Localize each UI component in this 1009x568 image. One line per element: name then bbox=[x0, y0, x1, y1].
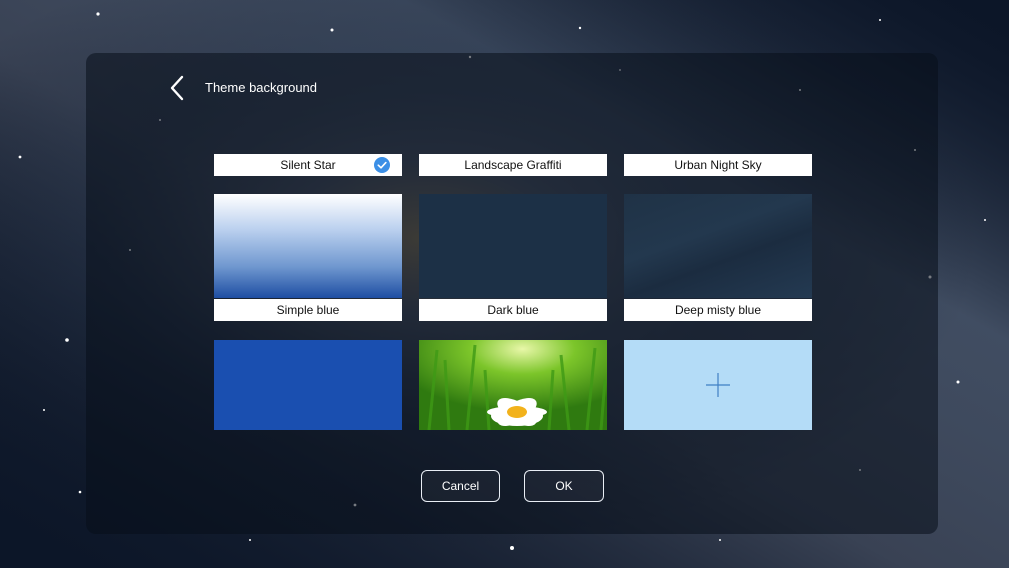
cancel-button[interactable]: Cancel bbox=[421, 470, 500, 502]
theme-card-urban-night-sky[interactable]: Urban Night Sky bbox=[624, 154, 812, 298]
theme-preview bbox=[214, 194, 402, 298]
theme-label: Simple blue bbox=[214, 299, 402, 321]
theme-name: Simple blue bbox=[276, 303, 340, 317]
theme-label: Landscape Graffiti bbox=[419, 154, 607, 176]
theme-label: Urban Night Sky bbox=[624, 154, 812, 176]
theme-name: Deep misty blue bbox=[674, 303, 762, 317]
plus-icon bbox=[706, 373, 730, 397]
theme-card-dark-blue[interactable]: Dark blue bbox=[419, 299, 607, 430]
theme-card-silent-star[interactable]: Silent Star bbox=[214, 154, 402, 298]
theme-preview bbox=[624, 194, 812, 298]
back-button[interactable] bbox=[163, 73, 191, 103]
theme-name: Urban Night Sky bbox=[674, 158, 762, 172]
theme-card-simple-blue[interactable]: Simple blue bbox=[214, 299, 402, 430]
theme-preview bbox=[214, 340, 402, 430]
theme-label: Deep misty blue bbox=[624, 299, 812, 321]
theme-name: Landscape Graffiti bbox=[464, 158, 562, 172]
add-custom-background-tile[interactable] bbox=[624, 340, 812, 430]
theme-label: Dark blue bbox=[419, 299, 607, 321]
daisy-grass-preview bbox=[419, 340, 607, 430]
theme-name: Dark blue bbox=[487, 303, 539, 317]
ok-button[interactable]: OK bbox=[524, 470, 604, 502]
theme-label: Silent Star bbox=[214, 154, 402, 176]
page-title: Theme background bbox=[205, 80, 318, 95]
theme-preview bbox=[419, 194, 607, 298]
check-circle-icon bbox=[374, 157, 390, 173]
chevron-left-icon bbox=[170, 75, 184, 101]
theme-card-deep-misty-blue[interactable]: Deep misty blue bbox=[624, 299, 812, 430]
theme-card-landscape-graffiti[interactable]: Landscape Graffiti bbox=[419, 154, 607, 298]
theme-name: Silent Star bbox=[280, 158, 336, 172]
